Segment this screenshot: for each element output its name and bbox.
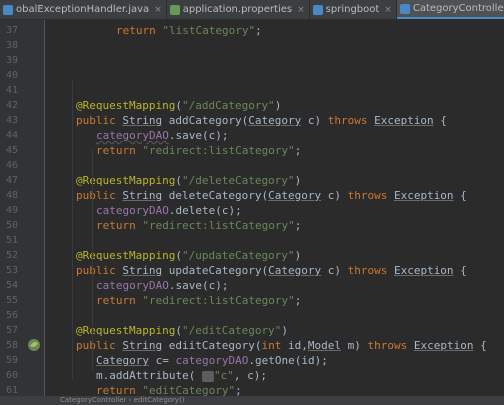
- code-line[interactable]: 52 @RequestMapping("/updateCategory"): [0, 248, 504, 263]
- editor-tab-bar: obalExceptionHandler.java × application.pr…: [0, 0, 504, 20]
- code-line[interactable]: 40: [0, 68, 504, 83]
- code-text[interactable]: return "listCategory";: [116, 23, 262, 38]
- line-number: 54: [6, 280, 19, 291]
- tab-label: CategoryController.java: [412, 3, 504, 14]
- line-number: 53: [6, 265, 19, 276]
- code-line[interactable]: 59 Category c= categoryDAO.getOne(id);: [0, 353, 504, 368]
- code-text[interactable]: return "redirect:listCategory";: [96, 293, 301, 308]
- line-number: 41: [6, 85, 19, 96]
- code-text[interactable]: @RequestMapping("/deleteCategory"): [76, 173, 301, 188]
- tab-obalexceptionhandler-java[interactable]: obalExceptionHandler.java ×: [0, 0, 167, 19]
- properties-icon: [169, 4, 180, 15]
- spring-bean-icon[interactable]: [27, 338, 41, 352]
- tab-label: springboot: [325, 4, 380, 15]
- close-icon[interactable]: ×: [154, 5, 162, 15]
- close-icon[interactable]: ×: [297, 5, 305, 15]
- code-text[interactable]: @RequestMapping("/editCategory"): [76, 323, 288, 338]
- line-number: 37: [6, 25, 19, 36]
- line-number: 43: [6, 115, 19, 126]
- tab-categorycontroller-java[interactable]: CategoryController.java×: [396, 0, 504, 19]
- code-line[interactable]: 47 @RequestMapping("/deleteCategory"): [0, 173, 504, 188]
- code-line[interactable]: 43 public String addCategory(Category c) …: [0, 113, 504, 128]
- code-editor[interactable]: 37 return "listCategory"; 38 39 40 41 42 @Reque…: [0, 20, 504, 397]
- maven-icon: [312, 4, 323, 15]
- code-line[interactable]: 51: [0, 233, 504, 248]
- code-line[interactable]: 55 return "redirect:listCategory";: [0, 293, 504, 308]
- line-number: 55: [6, 295, 19, 306]
- code-line[interactable]: 56: [0, 308, 504, 323]
- tab-label: obalExceptionHandler.java: [16, 4, 150, 15]
- code-text[interactable]: @RequestMapping("/addCategory"): [76, 98, 281, 113]
- code-text[interactable]: categoryDAO.save(c);: [96, 128, 228, 143]
- parameter-hint-icon: [201, 370, 214, 382]
- code-line[interactable]: 39: [0, 53, 504, 68]
- code-line[interactable]: 42 @RequestMapping("/addCategory"): [0, 98, 504, 113]
- code-line[interactable]: 53 public String updateCategory(Category …: [0, 263, 504, 278]
- code-line[interactable]: 38: [0, 38, 504, 53]
- line-number: 52: [6, 250, 19, 261]
- java-class-icon: [3, 4, 13, 15]
- line-number: 44: [6, 130, 19, 141]
- code-line[interactable]: 41: [0, 83, 504, 98]
- code-line[interactable]: 48 public String deleteCategory(Category …: [0, 188, 504, 203]
- code-text[interactable]: categoryDAO.delete(c);: [96, 203, 242, 218]
- tab-label: application.properties: [182, 4, 293, 15]
- code-line[interactable]: 49 categoryDAO.delete(c);: [0, 203, 504, 218]
- line-number: 60: [6, 370, 19, 381]
- tab-application-properties[interactable]: application.properties ×: [167, 0, 310, 19]
- code-text[interactable]: Category c= categoryDAO.getOne(id);: [96, 353, 328, 368]
- code-line[interactable]: 37 return "listCategory";: [0, 23, 504, 38]
- line-number: 49: [6, 205, 19, 216]
- tab-springboot[interactable]: springboot ×: [310, 0, 397, 19]
- line-number: 56: [6, 310, 19, 321]
- line-number: 57: [6, 325, 19, 336]
- line-number: 39: [6, 55, 19, 66]
- code-text[interactable]: return "redirect:listCategory";: [96, 143, 301, 158]
- code-text[interactable]: public String updateCategory(Category c)…: [76, 263, 467, 278]
- code-text[interactable]: public String addCategory(Category c) th…: [76, 113, 447, 128]
- code-text[interactable]: return "redirect:listCategory";: [96, 218, 301, 233]
- code-text[interactable]: public String deleteCategory(Category c)…: [76, 188, 467, 203]
- line-number: 38: [6, 40, 19, 51]
- code-text[interactable]: categoryDAO.save(c);: [96, 278, 228, 293]
- line-number: 45: [6, 145, 19, 156]
- line-number: 51: [6, 235, 19, 246]
- breadcrumb[interactable]: CategoryController › editCategory(): [0, 396, 504, 405]
- code-line[interactable]: 50 return "redirect:listCategory";: [0, 218, 504, 233]
- line-number: 58: [6, 340, 19, 351]
- code-text[interactable]: public String ediitCategory(int id,Model…: [76, 338, 487, 353]
- code-text[interactable]: @RequestMapping("/updateCategory"): [76, 248, 301, 263]
- line-number: 46: [6, 160, 19, 171]
- java-class-icon: [399, 3, 410, 14]
- close-icon[interactable]: ×: [384, 5, 392, 15]
- code-line[interactable]: 45 return "redirect:listCategory";: [0, 143, 504, 158]
- line-number: 40: [6, 70, 19, 81]
- line-number: 47: [6, 175, 19, 186]
- code-line[interactable]: 60 m.addAttribute( "c", c);: [0, 368, 504, 383]
- indent-guide: [92, 150, 93, 372]
- code-line[interactable]: 58 public String ediitCategory(int id,Mod…: [0, 338, 504, 353]
- indent-guide: [72, 80, 73, 380]
- code-line[interactable]: 54 categoryDAO.save(c);: [0, 278, 504, 293]
- code-line[interactable]: 46: [0, 158, 504, 173]
- code-text[interactable]: m.addAttribute( "c", c);: [96, 368, 267, 383]
- line-number: 59: [6, 355, 19, 366]
- code-line[interactable]: 57 @RequestMapping("/editCategory"): [0, 323, 504, 338]
- line-number: 42: [6, 100, 19, 111]
- line-number: 50: [6, 220, 19, 231]
- line-number: 48: [6, 190, 19, 201]
- code-line[interactable]: 44 categoryDAO.save(c);: [0, 128, 504, 143]
